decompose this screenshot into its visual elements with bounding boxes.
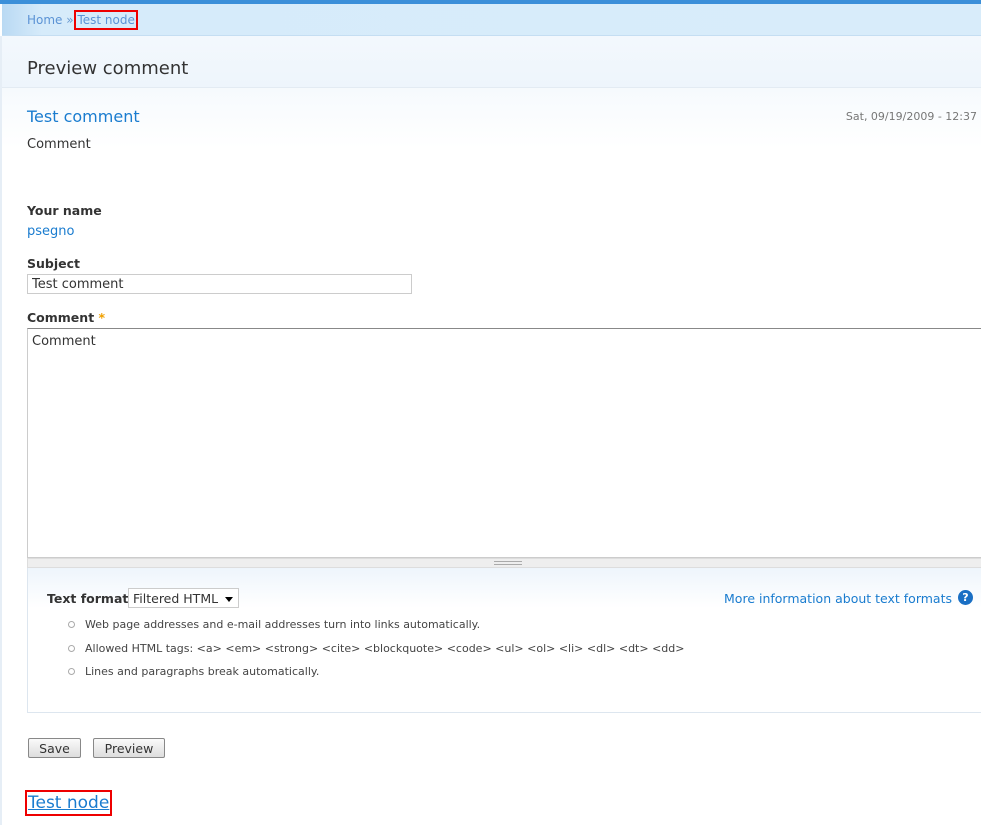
text-format-value: Filtered HTML <box>133 591 219 606</box>
page-header: Preview comment <box>2 36 981 88</box>
text-format-label: Text format <box>47 591 129 606</box>
required-marker: * <box>98 310 106 325</box>
text-format-select[interactable]: Filtered HTML <box>128 588 239 608</box>
bullet-icon <box>68 621 75 628</box>
subject-input[interactable] <box>27 274 412 294</box>
tip-text: Lines and paragraphs break automatically… <box>85 665 320 678</box>
your-name-label: Your name <box>27 203 102 218</box>
comment-textarea[interactable]: Comment <box>27 328 981 558</box>
save-button[interactable]: Save <box>28 738 81 758</box>
left-border <box>0 36 2 825</box>
text-format-panel: Text format Filtered HTML More informati… <box>27 568 981 713</box>
grip-icon <box>494 561 522 565</box>
breadcrumb-separator: » <box>66 13 74 27</box>
tip-text: Web page addresses and e-mail addresses … <box>85 618 481 631</box>
page-title: Preview comment <box>27 58 189 79</box>
more-info-link[interactable]: More information about text formats <box>724 591 952 606</box>
comment-preview-body: Comment <box>27 137 91 152</box>
subject-label: Subject <box>27 256 80 271</box>
comment-label: Comment * <box>27 310 105 325</box>
textarea-resize-handle[interactable] <box>27 558 981 568</box>
help-icon[interactable]: ? <box>958 590 973 605</box>
comment-label-text: Comment <box>27 310 95 325</box>
format-tip: Lines and paragraphs break automatically… <box>68 665 319 678</box>
dropdown-arrow-icon <box>225 597 233 606</box>
preview-button[interactable]: Preview <box>93 738 165 758</box>
comment-preview-title[interactable]: Test comment <box>27 107 140 126</box>
test-node-link[interactable]: Test node <box>24 790 113 816</box>
breadcrumb: Home » Test node <box>2 4 981 36</box>
tip-text: Allowed HTML tags: <a> <em> <strong> <ci… <box>85 642 685 655</box>
bullet-icon <box>68 645 75 652</box>
format-tip: Web page addresses and e-mail addresses … <box>68 618 480 631</box>
format-tip: Allowed HTML tags: <a> <em> <strong> <ci… <box>68 642 684 655</box>
breadcrumb-test-node[interactable]: Test node <box>74 10 138 30</box>
author-name-link[interactable]: psegno <box>27 224 74 239</box>
breadcrumb-home[interactable]: Home <box>27 13 62 27</box>
bullet-icon <box>68 668 75 675</box>
comment-date: Sat, 09/19/2009 - 12:37 <box>845 110 977 123</box>
